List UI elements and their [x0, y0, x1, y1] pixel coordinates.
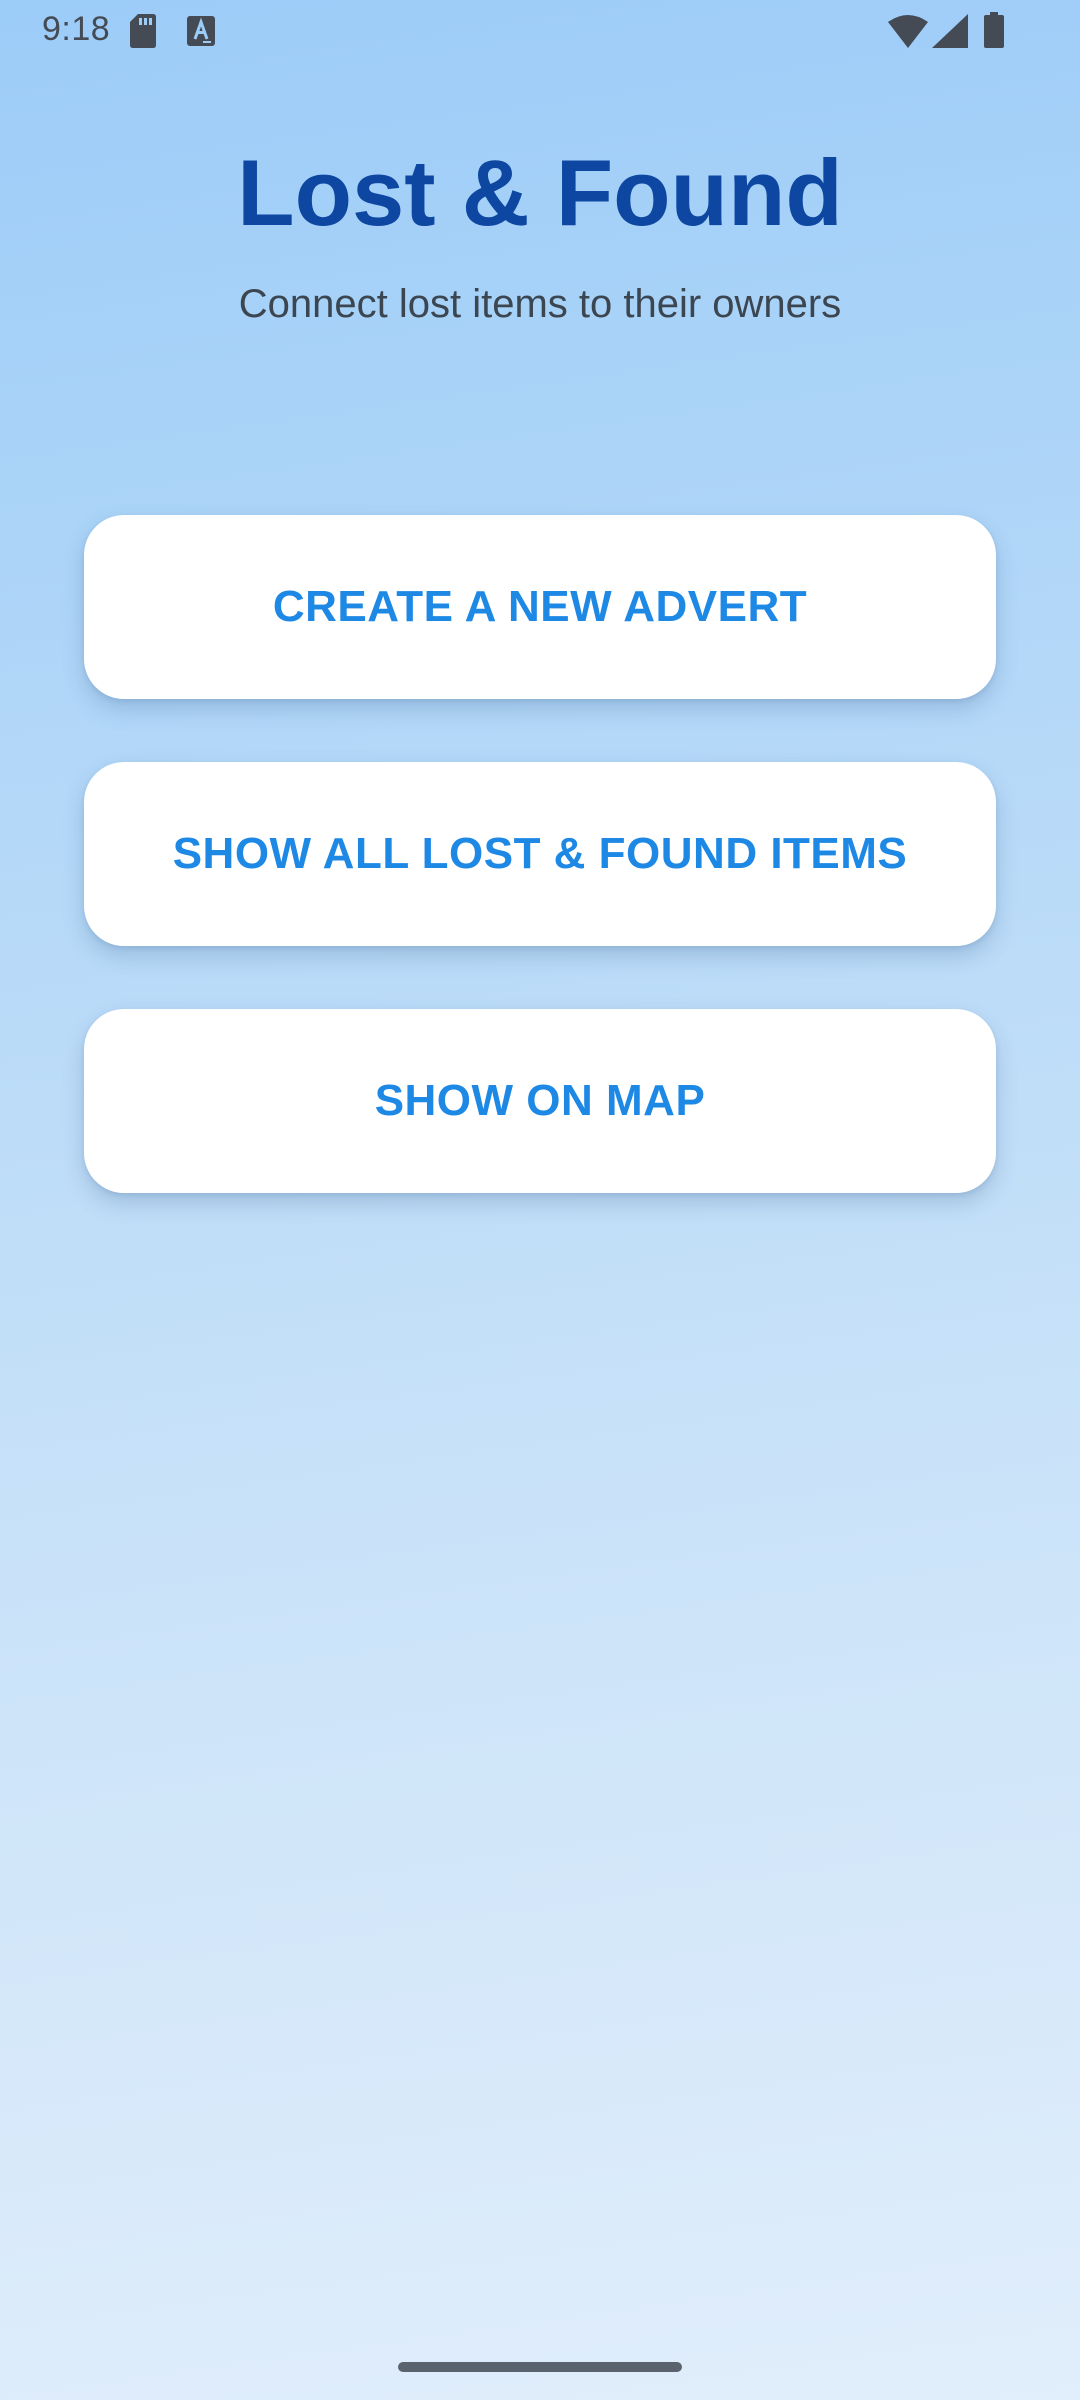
app-title: Lost & Found [237, 140, 843, 245]
create-advert-label: CREATE A NEW ADVERT [272, 582, 808, 631]
wifi-icon [888, 15, 928, 48]
app-subtitle: Connect lost items to their owners [238, 282, 842, 326]
status-time: 9:18 [42, 10, 111, 48]
create-advert-button[interactable]: CREATE A NEW ADVERT [84, 515, 996, 699]
battery-icon [984, 12, 1004, 48]
status-bar: 9:18 [0, 0, 1080, 64]
show-all-items-button[interactable]: SHOW ALL LOST & FOUND ITEMS [84, 762, 996, 946]
gesture-nav-handle[interactable] [398, 2362, 682, 2372]
signal-icon [932, 14, 968, 48]
show-on-map-button[interactable]: SHOW ON MAP [84, 1009, 996, 1193]
show-all-items-label: SHOW ALL LOST & FOUND ITEMS [172, 829, 908, 878]
show-on-map-label: SHOW ON MAP [374, 1076, 706, 1125]
text-a-icon [187, 16, 215, 46]
sd-card-icon [130, 14, 156, 48]
